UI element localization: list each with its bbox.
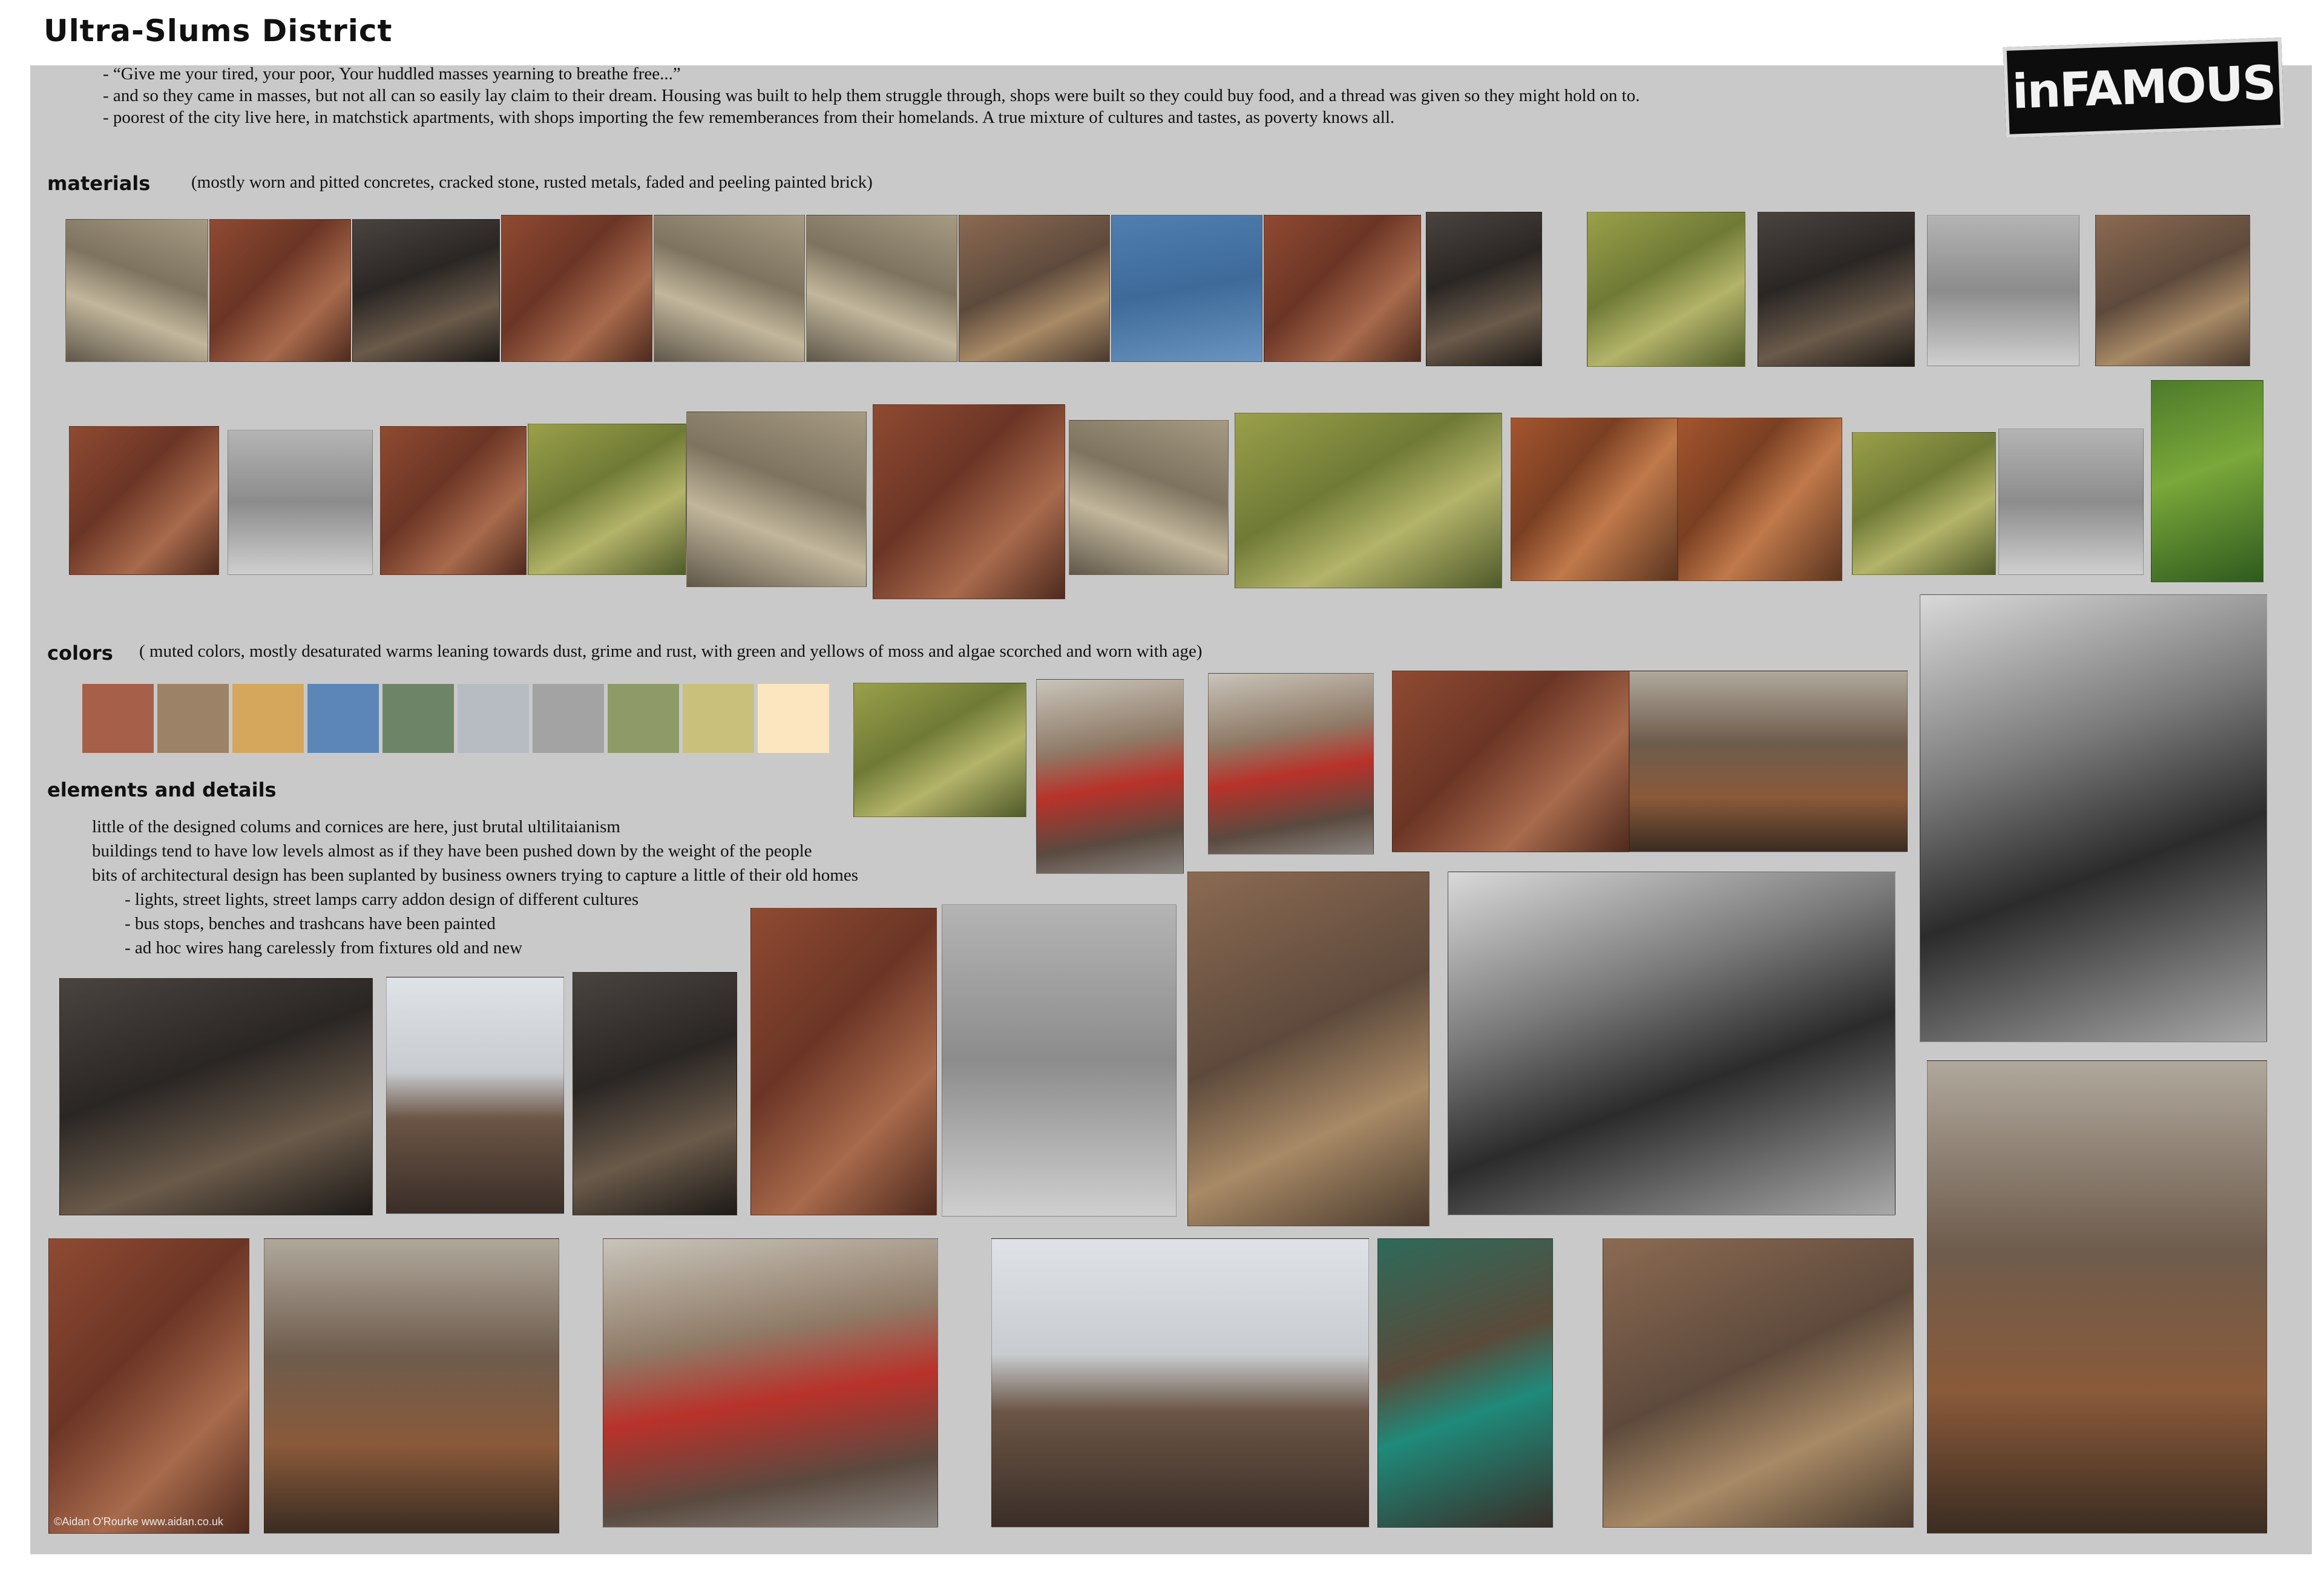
reference-photo [1392, 671, 1629, 852]
color-swatch [82, 684, 154, 753]
color-swatch [232, 684, 304, 753]
reference-photo [942, 904, 1177, 1217]
material-photo [209, 219, 351, 362]
reference-photo [1448, 872, 1896, 1215]
reference-photo [1629, 671, 1908, 852]
reference-photo: ©Aidan O'Rourke www.aidan.co.uk [48, 1238, 249, 1534]
color-swatch [608, 684, 679, 753]
material-photo [528, 424, 686, 575]
material-photo [806, 215, 957, 362]
material-photo [959, 215, 1110, 362]
detail-subline: - bus stops, benches and trashcans have … [125, 914, 496, 933]
reference-photo [1920, 594, 2267, 1042]
material-photo [2151, 380, 2263, 582]
intro-line: - poorest of the city live here, in matc… [103, 108, 1395, 127]
color-swatch [683, 684, 754, 753]
detail-line: buildings tend to have low levels almost… [92, 841, 812, 861]
infamous-logo: inFAMOUS [2003, 38, 2285, 138]
material-photo [380, 426, 527, 575]
material-photo [69, 426, 219, 575]
elements-details: little of the designed colums and cornic… [92, 815, 858, 960]
colors-note: ( muted colors, mostly desaturated warms… [139, 642, 1203, 661]
reference-photo [603, 1238, 938, 1528]
reference-photo [1927, 1060, 2267, 1534]
intro-line: - and so they came in masses, but not al… [103, 86, 1640, 105]
intro-line: - “Give me your tired, your poor, Your h… [103, 64, 681, 84]
material-photo [1852, 432, 1996, 575]
reference-photo [1036, 679, 1184, 874]
material-photo [2095, 215, 2250, 366]
material-photo [228, 430, 373, 575]
reference-photo [1603, 1238, 1914, 1528]
material-photo [654, 215, 805, 362]
intro-text: - “Give me your tired, your poor, Your h… [103, 63, 1640, 128]
reference-photo [1377, 1238, 1553, 1528]
material-photo [1678, 418, 1842, 581]
elements-heading: elements and details [47, 778, 277, 801]
material-photo [1511, 418, 1678, 581]
detail-line: little of the designed colums and cornic… [92, 817, 620, 836]
photo-credit: ©Aidan O'Rourke www.aidan.co.uk [54, 1516, 223, 1528]
reference-photo [573, 972, 737, 1215]
reference-photo [750, 908, 937, 1215]
material-photo [1069, 420, 1229, 575]
detail-subline: - ad hoc wires hang carelessly from fixt… [125, 938, 523, 958]
color-swatch [382, 684, 454, 753]
color-swatch [533, 684, 604, 753]
reference-photo [853, 683, 1026, 817]
reference-photo [264, 1238, 559, 1534]
material-photo [1235, 413, 1502, 588]
material-photo [1998, 429, 2144, 575]
material-photo [1111, 215, 1262, 362]
materials-note: (mostly worn and pitted concretes, crack… [191, 172, 873, 192]
color-swatch [458, 684, 529, 753]
material-photo [65, 219, 208, 362]
logo-text: inFAMOUS [2011, 56, 2276, 120]
material-photo [352, 219, 500, 362]
color-swatch [157, 684, 229, 753]
material-photo [501, 215, 652, 362]
color-swatch [307, 684, 379, 753]
reference-photo [386, 977, 564, 1214]
material-photo [1758, 212, 1915, 367]
colors-heading: colors [47, 642, 113, 665]
materials-heading: materials [47, 172, 151, 195]
page-title: Ultra-Slums District [44, 13, 393, 48]
material-photo [873, 404, 1065, 599]
color-swatch [758, 684, 829, 753]
material-photo [1587, 212, 1745, 367]
detail-line: bits of architectural design has been su… [92, 866, 859, 885]
material-photo [1264, 215, 1421, 362]
reference-photo [1187, 872, 1430, 1226]
material-photo [1927, 215, 2079, 366]
material-photo [1426, 212, 1542, 366]
reference-photo [59, 978, 373, 1215]
reference-photo [991, 1238, 1369, 1528]
reference-photo [1208, 673, 1374, 855]
material-photo [686, 412, 867, 587]
detail-subline: - lights, street lights, street lamps ca… [125, 890, 639, 909]
